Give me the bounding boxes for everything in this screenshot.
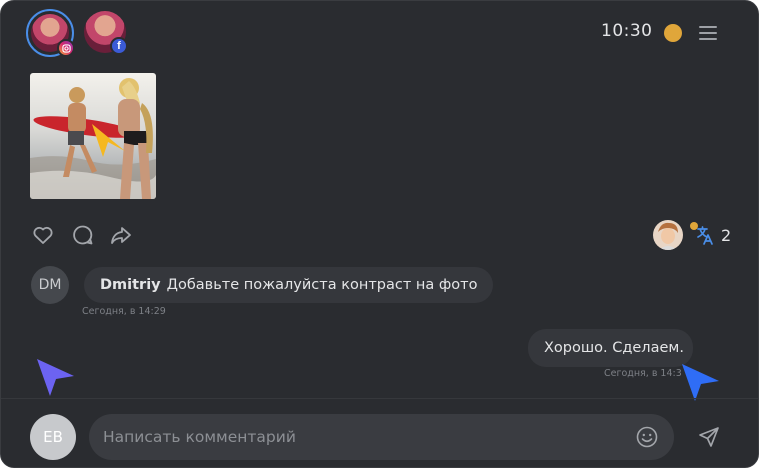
comment-input-container xyxy=(89,414,674,460)
translate-icon[interactable] xyxy=(693,223,717,247)
facebook-account-avatar[interactable]: f xyxy=(82,9,130,57)
viewer-avatar[interactable] xyxy=(653,220,683,250)
cursor-blue-icon xyxy=(679,361,719,401)
reply-timestamp: Сегодня, в 14:3 xyxy=(604,368,682,379)
instagram-account-avatar[interactable] xyxy=(26,9,75,57)
emoji-icon[interactable] xyxy=(635,425,659,449)
comment-text: Добавьте пожалуйста контраст на фото xyxy=(166,277,478,293)
cursor-yellow-icon xyxy=(89,119,129,159)
heart-icon[interactable] xyxy=(31,223,55,247)
reply-bubble: Хорошо. Сделаем. xyxy=(528,329,693,367)
cursor-purple-icon xyxy=(34,356,74,396)
comment-timestamp: Сегодня, в 14:29 xyxy=(82,306,166,317)
menu-icon[interactable] xyxy=(699,25,717,41)
share-icon[interactable] xyxy=(109,223,133,247)
comment-input[interactable] xyxy=(103,414,623,460)
send-icon[interactable] xyxy=(697,425,721,449)
avatar[interactable]: EB xyxy=(30,414,76,460)
divider xyxy=(1,398,758,399)
clock: 10:30 xyxy=(601,21,653,41)
comment-bubble: Dmitriy Добавьте пожалуйста контраст на … xyxy=(84,267,494,303)
comment-author[interactable]: Dmitriy xyxy=(100,277,161,293)
comment-icon[interactable] xyxy=(70,223,94,247)
chat-window: f 10:30 2 DM Dmitriy Добавьте пожалуйста… xyxy=(0,0,759,468)
reply-text: Хорошо. Сделаем. xyxy=(544,340,684,356)
avatar[interactable]: DM xyxy=(31,266,69,304)
viewer-count: 2 xyxy=(721,226,732,245)
facebook-icon: f xyxy=(110,37,128,55)
instagram-icon xyxy=(57,39,75,57)
status-indicator xyxy=(664,24,682,42)
